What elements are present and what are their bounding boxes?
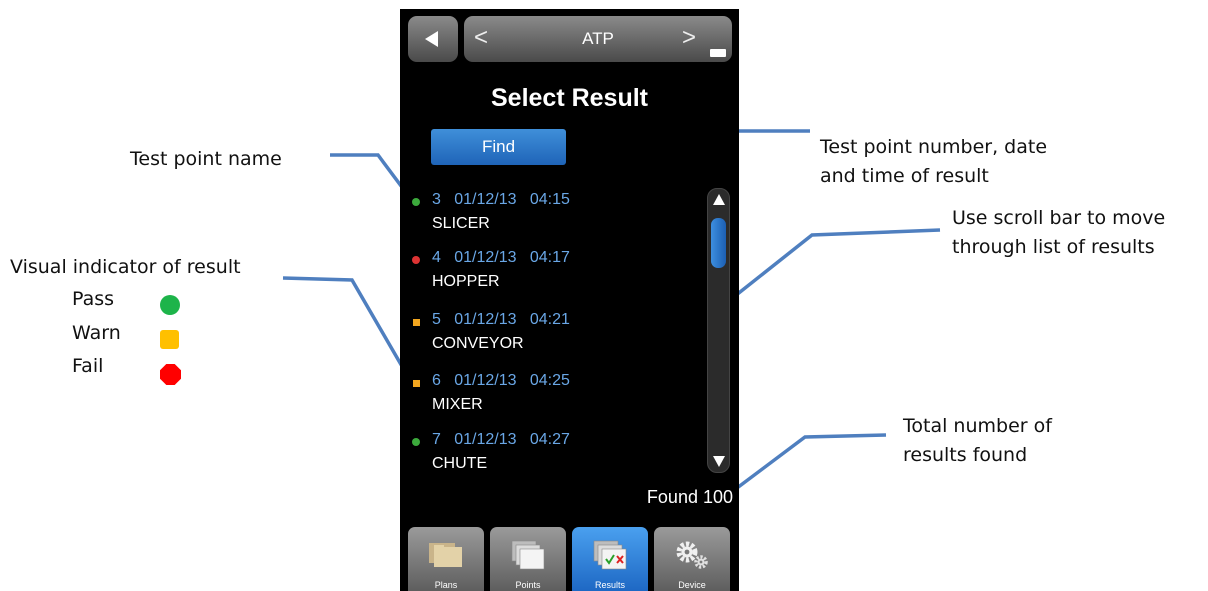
annotation-scroll-line2: through list of results: [952, 236, 1155, 258]
annotation-total-found: Total number of results found: [903, 412, 1052, 470]
result-number-date-time: 6 01/12/13 04:25: [432, 372, 570, 389]
gear-icon: [676, 541, 708, 569]
legend-warn-icon: [160, 330, 179, 349]
annotation-test-point-number: Test point number, date and time of resu…: [820, 133, 1047, 191]
annotation-visual-indicator: Visual indicator of result: [10, 256, 241, 278]
result-item[interactable]: 5 01/12/13 04:21 CONVEYOR: [412, 311, 712, 363]
callout-line-scroll-bar: [733, 228, 941, 298]
back-button[interactable]: [408, 16, 458, 62]
result-point-name: MIXER: [432, 396, 483, 413]
result-item[interactable]: 3 01/12/13 04:15 SLICER: [412, 191, 712, 243]
page-title: Select Result: [490, 84, 648, 112]
results-check-icon: [593, 540, 627, 570]
tab-device[interactable]: Device: [654, 527, 730, 591]
back-arrow-icon: [425, 31, 438, 47]
tab-results[interactable]: Results: [572, 527, 648, 591]
result-item[interactable]: 6 01/12/13 04:25 MIXER: [412, 372, 712, 424]
tab-plans-label: Plans: [434, 580, 458, 590]
result-point-name: HOPPER: [432, 273, 500, 290]
plans-folder-icon: [429, 543, 462, 567]
scroll-down-icon[interactable]: [713, 456, 725, 467]
result-number-date-time: 3 01/12/13 04:15: [432, 191, 570, 208]
found-count: Found 100: [646, 487, 733, 507]
scroll-up-icon[interactable]: [713, 194, 725, 205]
mode-selector: < ATP >: [464, 16, 732, 62]
annotation-test-point-number-line1: Test point number, date: [820, 136, 1048, 158]
pass-indicator-icon: [412, 198, 420, 206]
battery-icon: [710, 49, 726, 57]
tab-plans[interactable]: Plans: [408, 527, 484, 591]
tab-device-label: Device: [678, 580, 706, 590]
tab-points[interactable]: Points: [490, 527, 566, 591]
fail-indicator-icon: [412, 256, 420, 264]
pass-indicator-icon: [412, 438, 420, 446]
tab-points-label: Points: [515, 580, 541, 590]
warn-indicator-icon: [413, 380, 420, 387]
find-button[interactable]: Find: [431, 129, 566, 165]
legend-fail-label: Fail: [72, 355, 104, 377]
legend-pass-icon: [160, 295, 180, 315]
annotation-test-point-number-line2: and time of result: [820, 165, 989, 187]
annotation-test-point-name: Test point name: [130, 148, 282, 170]
annotation-total-line1: Total number of: [903, 415, 1052, 437]
result-number-date-time: 7 01/12/13 04:27: [432, 431, 570, 448]
warn-indicator-icon: [413, 319, 420, 326]
callout-line-visual-indicator: [282, 276, 405, 369]
annotation-total-line2: results found: [903, 444, 1028, 466]
result-point-name: SLICER: [432, 215, 490, 232]
scroll-thumb[interactable]: [711, 218, 726, 268]
next-mode-button[interactable]: >: [682, 24, 696, 52]
result-item[interactable]: 7 01/12/13 04:27 CHUTE: [412, 431, 712, 483]
legend-warn-label: Warn: [72, 322, 121, 344]
result-item[interactable]: 4 01/12/13 04:17 HOPPER: [412, 249, 712, 301]
result-point-name: CHUTE: [432, 455, 488, 472]
result-point-name: CONVEYOR: [432, 335, 524, 352]
tab-results-label: Results: [594, 580, 625, 590]
result-number-date-time: 4 01/12/13 04:17: [432, 249, 570, 266]
result-number-date-time: 5 01/12/13 04:21: [432, 311, 570, 328]
annotation-scroll-line1: Use scroll bar to move: [952, 207, 1166, 229]
annotation-scroll-bar: Use scroll bar to move through list of r…: [952, 204, 1165, 262]
legend-pass-label: Pass: [72, 288, 115, 310]
device-screen: < ATP > Select Result Find 3 01/12/13 04…: [400, 9, 739, 591]
points-pages-icon: [511, 540, 545, 570]
results-scrollbar[interactable]: [707, 188, 730, 473]
callout-line-total-found: [735, 433, 887, 490]
